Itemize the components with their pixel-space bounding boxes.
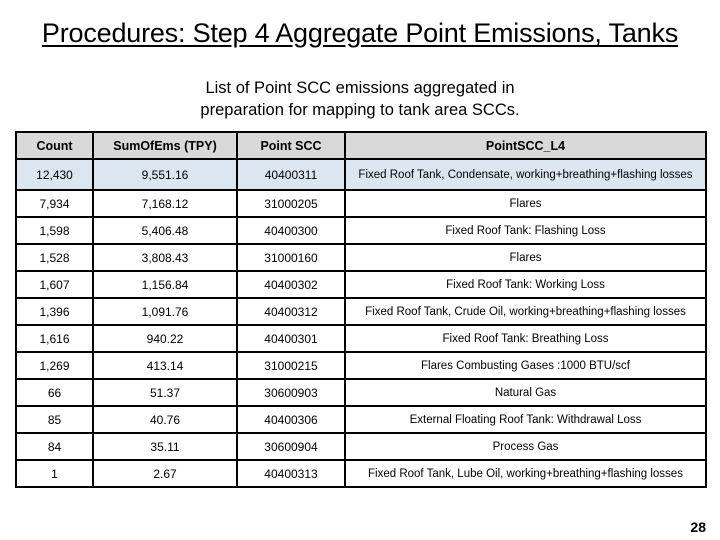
table-row: 1,616 940.22 40400301 Fixed Roof Tank: Brea… <box>15 324 707 353</box>
cell-point-scc-l4: Natural Gas <box>344 378 707 407</box>
cell-point-scc-l4: Process Gas <box>344 432 707 461</box>
cell-point-scc: 40400300 <box>236 216 346 245</box>
cell-point-scc: 40400306 <box>236 405 346 434</box>
cell-sum-of-ems: 35.11 <box>92 432 238 461</box>
table-row: 66 51.37 30600903 Natural Gas <box>15 378 707 407</box>
cell-count: 12,430 <box>15 158 94 191</box>
cell-count: 7,934 <box>15 189 94 218</box>
table-row: 1,528 3,808.43 31000160 Flares <box>15 243 707 272</box>
emissions-table: Count SumOfEms (TPY) Point SCC PointSCC_… <box>15 131 707 488</box>
column-header-count: Count <box>15 131 94 160</box>
cell-count: 1,607 <box>15 270 94 299</box>
page-number: 28 <box>690 519 706 535</box>
subtitle-line-2: preparation for mapping to tank area SCC… <box>200 101 520 119</box>
cell-count: 1 <box>15 459 94 488</box>
cell-point-scc: 31000160 <box>236 243 346 272</box>
cell-point-scc-l4: Flares Combusting Gases :1000 BTU/scf <box>344 351 707 380</box>
table-row: 1,269 413.14 31000215 Flares Combusting Gas… <box>15 351 707 380</box>
cell-point-scc: 30600904 <box>236 432 346 461</box>
cell-count: 1,396 <box>15 297 94 326</box>
column-header-point-scc-l4: PointSCC_L4 <box>344 131 707 160</box>
cell-count: 66 <box>15 378 94 407</box>
cell-point-scc-l4: Fixed Roof Tank, Lube Oil, working+breat… <box>344 459 707 488</box>
table-row: 1 2.67 40400313 Fixed Roof Tank, Lube Oil, … <box>15 459 707 488</box>
slide-subtitle: List of Point SCC emissions aggregated i… <box>0 77 720 121</box>
cell-sum-of-ems: 5,406.48 <box>92 216 238 245</box>
subtitle-line-1: List of Point SCC emissions aggregated i… <box>205 79 515 97</box>
cell-point-scc-l4: Fixed Roof Tank: Working Loss <box>344 270 707 299</box>
table-row: 85 40.76 40400306 External Floating Roof Ta… <box>15 405 707 434</box>
cell-point-scc: 40400313 <box>236 459 346 488</box>
table-header-row: Count SumOfEms (TPY) Point SCC PointSCC_… <box>15 131 707 160</box>
cell-point-scc-l4: External Floating Roof Tank: Withdrawal … <box>344 405 707 434</box>
column-header-sum-of-ems: SumOfEms (TPY) <box>92 131 238 160</box>
cell-point-scc-l4: Flares <box>344 189 707 218</box>
table-row: 1,607 1,156.84 40400302 Fixed Roof Tank: Wo… <box>15 270 707 299</box>
cell-point-scc: 40400311 <box>236 158 346 191</box>
cell-sum-of-ems: 9,551.16 <box>92 158 238 191</box>
cell-sum-of-ems: 413.14 <box>92 351 238 380</box>
cell-count: 1,598 <box>15 216 94 245</box>
cell-point-scc: 40400301 <box>236 324 346 353</box>
cell-point-scc: 31000205 <box>236 189 346 218</box>
cell-point-scc-l4: Fixed Roof Tank, Crude Oil, working+brea… <box>344 297 707 326</box>
cell-count: 1,269 <box>15 351 94 380</box>
cell-sum-of-ems: 3,808.43 <box>92 243 238 272</box>
cell-count: 84 <box>15 432 94 461</box>
table-row: 12,430 9,551.16 40400311 Fixed Roof Tank, C… <box>15 158 707 191</box>
cell-point-scc: 31000215 <box>236 351 346 380</box>
cell-point-scc-l4: Fixed Roof Tank, Condensate, working+bre… <box>344 158 707 191</box>
cell-sum-of-ems: 40.76 <box>92 405 238 434</box>
cell-sum-of-ems: 940.22 <box>92 324 238 353</box>
table-row: 1,396 1,091.76 40400312 Fixed Roof Tank, Cr… <box>15 297 707 326</box>
table-row: 84 35.11 30600904 Process Gas <box>15 432 707 461</box>
slide-title: Procedures: Step 4 Aggregate Point Emiss… <box>41 18 679 48</box>
cell-point-scc-l4: Flares <box>344 243 707 272</box>
cell-point-scc-l4: Fixed Roof Tank: Breathing Loss <box>344 324 707 353</box>
cell-sum-of-ems: 2.67 <box>92 459 238 488</box>
cell-point-scc: 30600903 <box>236 378 346 407</box>
cell-point-scc: 40400312 <box>236 297 346 326</box>
table-row: 7,934 7,168.12 31000205 Flares <box>15 189 707 218</box>
column-header-point-scc: Point SCC <box>236 131 346 160</box>
cell-sum-of-ems: 1,091.76 <box>92 297 238 326</box>
cell-sum-of-ems: 7,168.12 <box>92 189 238 218</box>
cell-sum-of-ems: 1,156.84 <box>92 270 238 299</box>
table-row: 1,598 5,406.48 40400300 Fixed Roof Tank: Fl… <box>15 216 707 245</box>
cell-point-scc: 40400302 <box>236 270 346 299</box>
cell-count: 1,616 <box>15 324 94 353</box>
cell-point-scc-l4: Fixed Roof Tank: Flashing Loss <box>344 216 707 245</box>
cell-sum-of-ems: 51.37 <box>92 378 238 407</box>
table-body: 12,430 9,551.16 40400311 Fixed Roof Tank, C… <box>15 158 707 488</box>
cell-count: 1,528 <box>15 243 94 272</box>
cell-count: 85 <box>15 405 94 434</box>
